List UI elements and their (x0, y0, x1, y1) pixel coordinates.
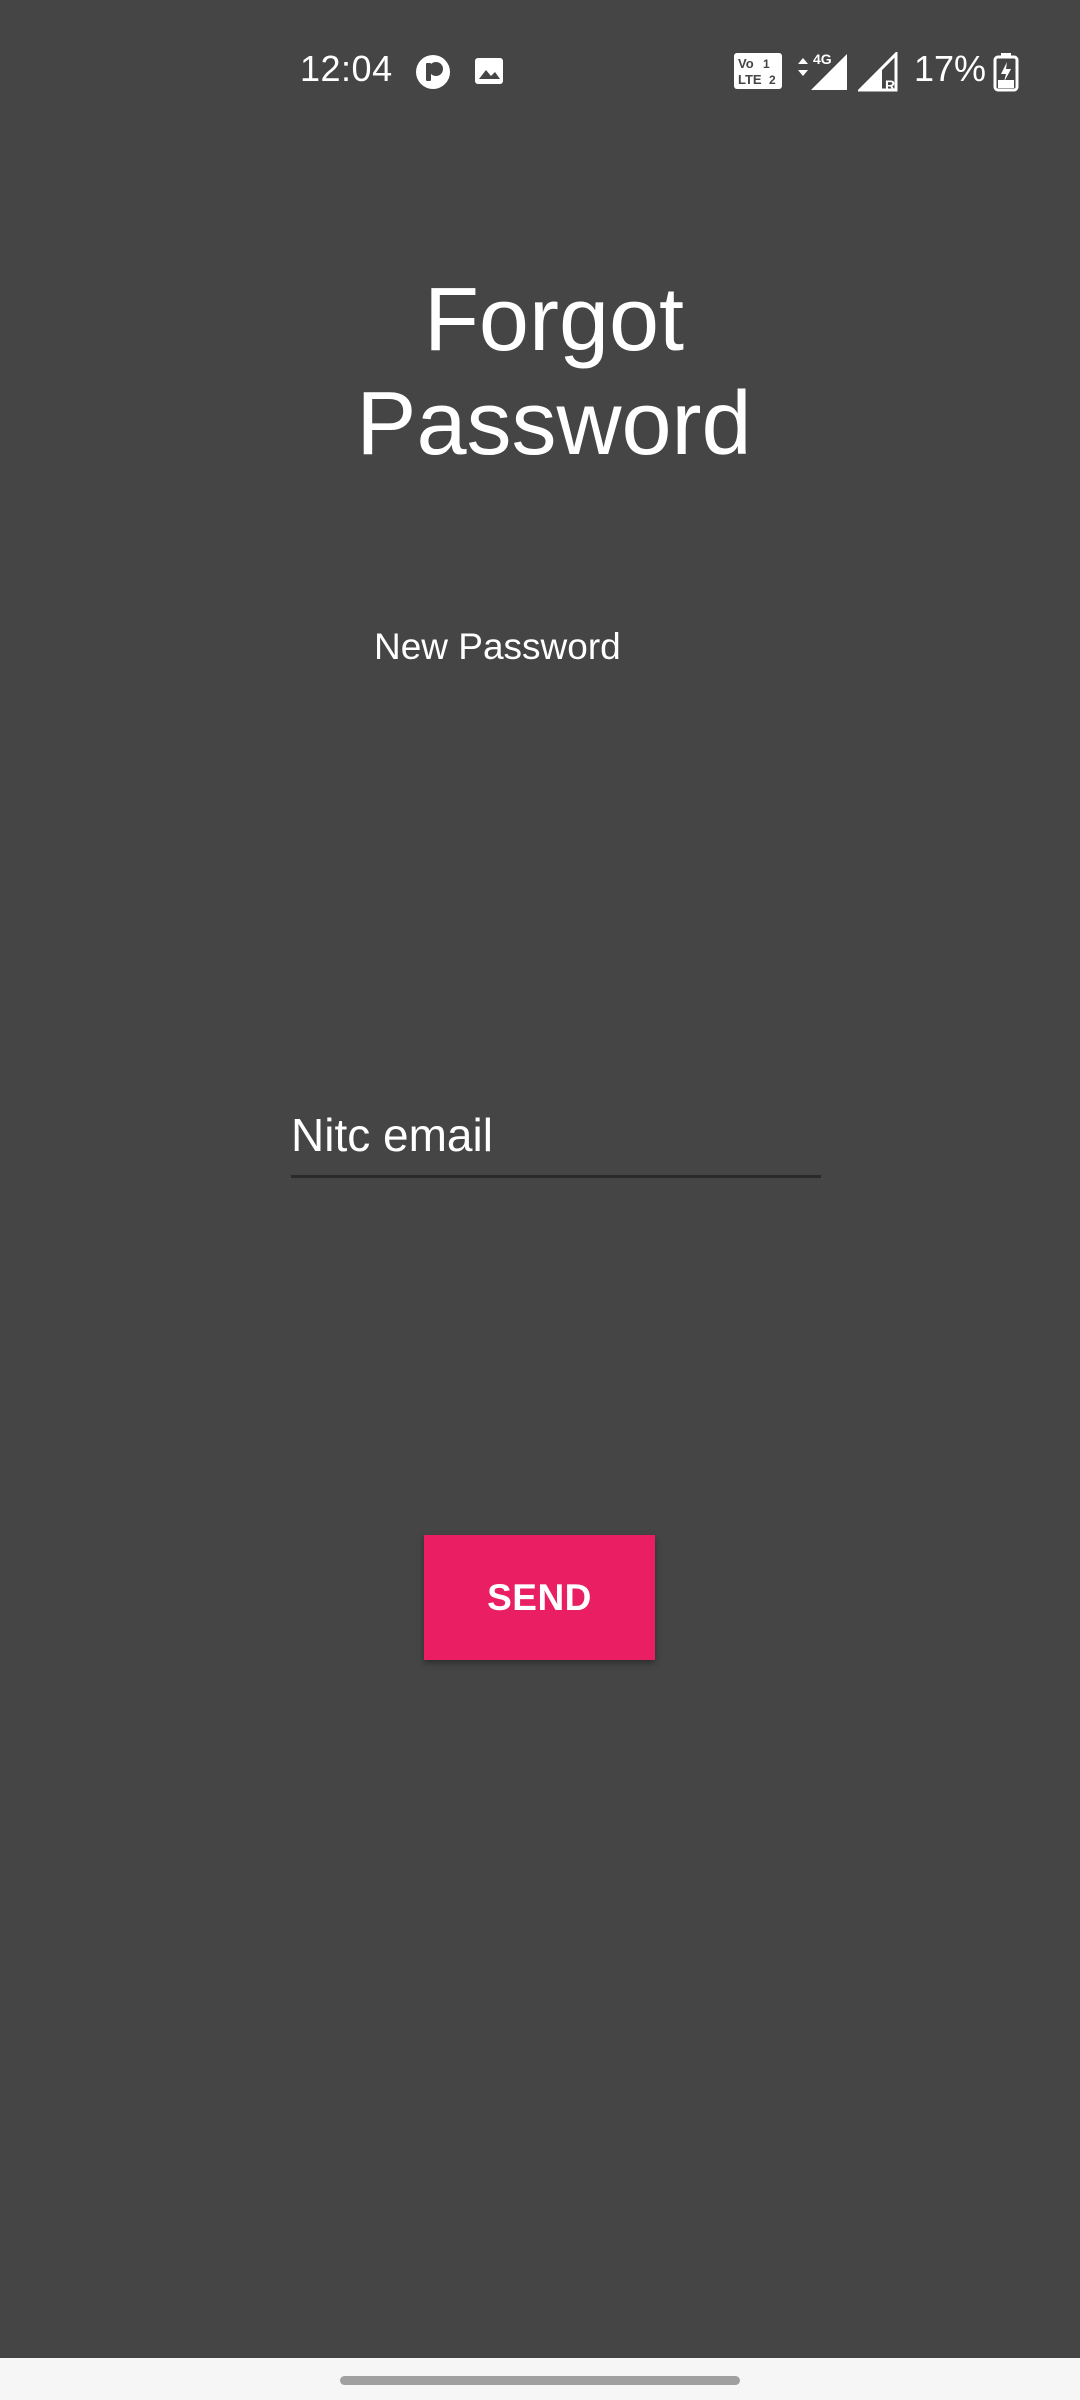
svg-text:Vo: Vo (738, 56, 754, 71)
signal-4g-icon: 4G (798, 51, 847, 90)
page-title-line1: Forgot (423, 270, 685, 370)
send-button[interactable]: SEND (424, 1535, 655, 1660)
status-time: 12:04 (300, 48, 393, 89)
page-title: Forgot Password (0, 268, 1080, 476)
svg-text:R: R (885, 77, 895, 92)
battery-charging-icon (993, 53, 1019, 92)
battery-percent: 17% (914, 48, 987, 89)
svg-text:2: 2 (769, 73, 776, 87)
email-field[interactable] (291, 1095, 821, 1178)
svg-text:LTE: LTE (738, 72, 762, 87)
page-title-line2: Password (356, 374, 752, 474)
svg-text:1: 1 (763, 57, 770, 71)
email-input[interactable] (291, 1105, 821, 1165)
volte-icon: Vo 1 LTE 2 (734, 53, 782, 89)
signal-roaming-icon: R (858, 52, 898, 92)
home-gesture-handle[interactable] (340, 2376, 740, 2385)
svg-text:4G: 4G (813, 51, 832, 67)
new-password-label: New Password (374, 626, 621, 667)
gallery-icon (475, 58, 503, 84)
app-notification-icon (416, 55, 450, 89)
status-bar: 12:04 Vo 1 LTE 2 4G R 17% (0, 0, 1080, 140)
navigation-bar (0, 2358, 1080, 2400)
